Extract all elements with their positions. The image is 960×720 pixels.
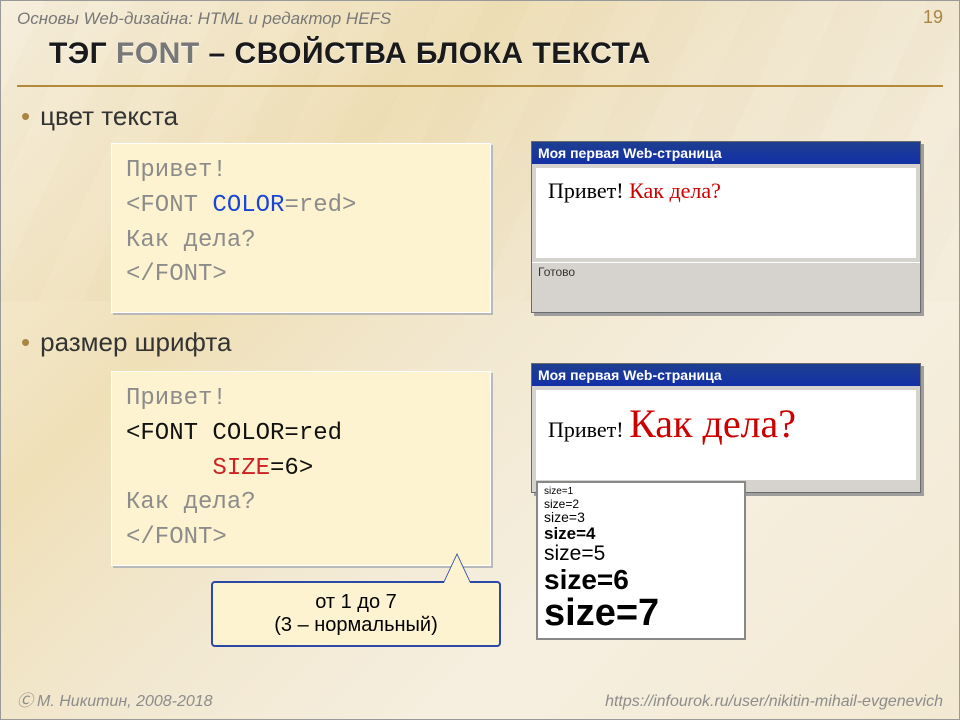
code-block-size: Привет! <FONT COLOR=red SIZE=6> Как дела… <box>111 371 491 566</box>
code2-l3a <box>126 455 212 482</box>
code2-line5: </FONT> <box>126 521 476 556</box>
code2-l3c: =6> <box>270 455 313 482</box>
bullet-size-text: размер шрифта <box>40 327 231 357</box>
win1-content: Привет! Как дела? <box>536 168 916 258</box>
footer-url: https://infourok.ru/user/nikitin-mihail-… <box>605 693 943 711</box>
title-underline <box>17 85 943 87</box>
size-row: size=3 <box>544 510 738 525</box>
code2-l3b: SIZE <box>212 455 270 482</box>
win1-status: Готово <box>532 262 920 281</box>
win1-text-red: Как дела? <box>629 178 721 203</box>
code1-line1: Привет! <box>126 154 476 189</box>
code1-l2a: <FONT <box>126 192 212 219</box>
title-font-word: FONT <box>116 37 200 70</box>
title-part-2: – СВОЙСТВА БЛОКА ТЕКСТА <box>200 37 651 70</box>
size-row: size=6 <box>544 565 738 594</box>
size-row: size=7 <box>544 594 738 634</box>
browser-window-2: Моя первая Web-страница Привет! Как дела… <box>531 363 921 493</box>
win1-titlebar: Моя первая Web-страница <box>532 142 920 164</box>
callout-size-range: от 1 до 7 (3 – нормальный) <box>211 581 501 647</box>
slide: Основы Web-дизайна: HTML и редактор HEFS… <box>0 0 960 720</box>
size-demo-box: size=1 size=2 size=3 size=4 size=5 size=… <box>536 481 746 640</box>
browser-window-1: Моя первая Web-страница Привет! Как дела… <box>531 141 921 313</box>
code1-line4: </FONT> <box>126 258 476 293</box>
win2-text-red: Как дела? <box>629 401 796 446</box>
size-row: size=1 <box>544 487 738 498</box>
code1-l2b: COLOR <box>212 192 284 219</box>
win1-text-black: Привет! <box>548 178 629 203</box>
size-row: size=4 <box>544 525 738 543</box>
code1-line2: <FONT COLOR=red> <box>126 189 476 224</box>
bullet-color-text: цвет текста <box>40 101 178 131</box>
course-header: Основы Web-дизайна: HTML и редактор HEFS <box>17 9 391 29</box>
code2-line2: <FONT COLOR=red <box>126 417 476 452</box>
size-row: size=5 <box>544 543 738 565</box>
code-block-color: Привет! <FONT COLOR=red> Как дела? </FON… <box>111 143 491 313</box>
code2-line1: Привет! <box>126 382 476 417</box>
code1-l2c: =red> <box>284 192 356 219</box>
footer-author: Ⓒ М. Никитин, 2008-2018 <box>17 687 213 711</box>
code1-line3: Как дела? <box>126 224 476 259</box>
callout-line2: (3 – нормальный) <box>223 614 489 637</box>
win2-text-black: Привет! <box>548 417 629 442</box>
callout-line1: от 1 до 7 <box>223 591 489 614</box>
code2-line3: SIZE=6> <box>126 452 476 487</box>
bullet-size: •размер шрифта <box>21 327 231 358</box>
page-number: 19 <box>923 7 943 28</box>
callout-tail <box>443 555 471 585</box>
code2-line4: Как дела? <box>126 486 476 521</box>
slide-title: ТЭГ FONT – СВОЙСТВА БЛОКА ТЕКСТА <box>49 37 935 71</box>
footer-author-text: М. Никитин, 2008-2018 <box>37 693 213 710</box>
title-part-1: ТЭГ <box>49 37 116 70</box>
win2-titlebar: Моя первая Web-страница <box>532 364 920 386</box>
win2-content: Привет! Как дела? <box>536 390 916 480</box>
bullet-color: •цвет текста <box>21 101 178 132</box>
